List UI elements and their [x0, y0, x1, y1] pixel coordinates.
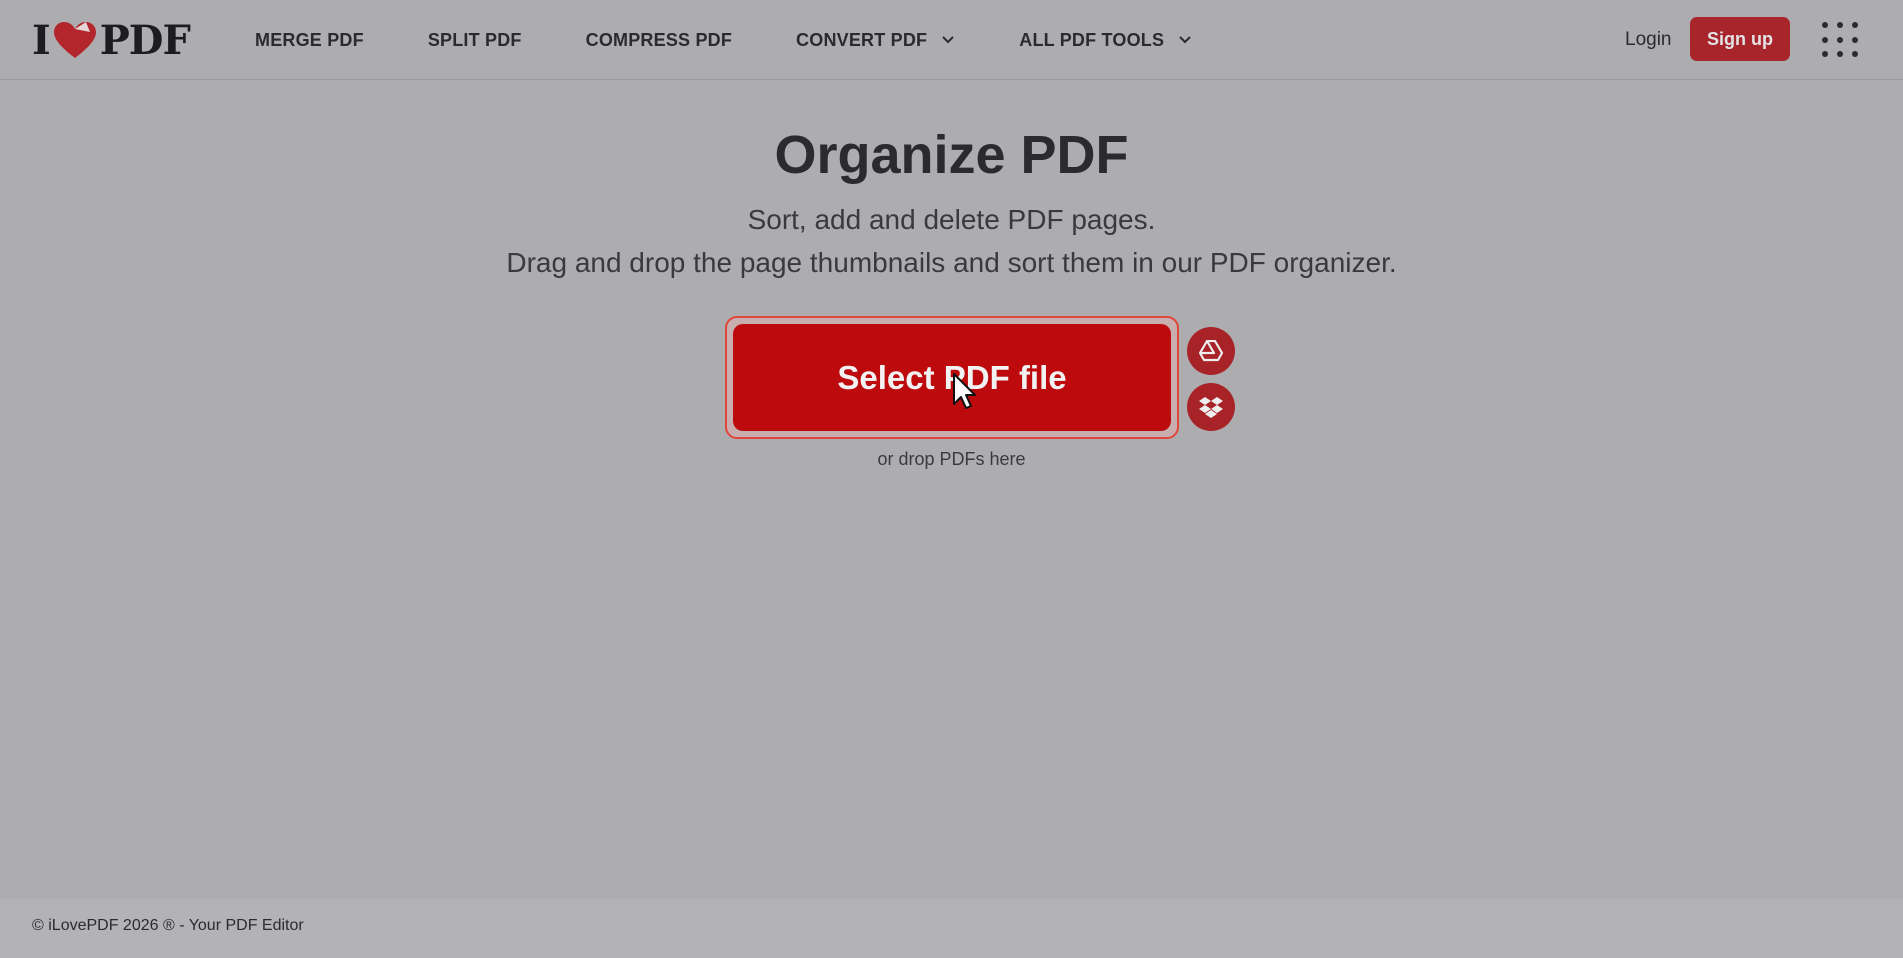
login-link[interactable]: Login — [1625, 29, 1672, 51]
nav-all-pdf-tools[interactable]: ALL PDF TOOLS — [1019, 30, 1192, 51]
mouse-pointer-icon — [953, 373, 976, 409]
logo-word-pdf: PDF — [99, 16, 191, 64]
drop-hint: or drop PDFs here — [877, 449, 1026, 469]
nav-label: ALL PDF TOOLS — [1019, 29, 1165, 50]
nav-convert-pdf[interactable]: CONVERT PDF — [796, 30, 955, 51]
nav-split-pdf[interactable]: SPLIT PDF — [428, 30, 522, 51]
nav-compress-pdf[interactable]: COMPRESS PDF — [586, 30, 732, 51]
dropbox-icon — [1199, 397, 1223, 418]
copyright-text: © iLovePDF 2026 ® - Your PDF Editor — [32, 917, 304, 934]
google-drive-button[interactable] — [1187, 327, 1235, 375]
google-drive-icon — [1199, 340, 1223, 362]
main-nav: MERGE PDF SPLIT PDF COMPRESS PDF CONVERT… — [255, 0, 1256, 80]
logo-letter-i: I — [32, 16, 51, 64]
apps-grid-icon[interactable] — [1822, 22, 1858, 58]
dropbox-button[interactable] — [1187, 383, 1235, 431]
nav-label: CONVERT PDF — [796, 29, 928, 50]
nav-merge-pdf[interactable]: MERGE PDF — [255, 30, 364, 51]
ilovepdf-logo[interactable]: I PDF — [32, 17, 191, 64]
page-subtitle-line2: Drag and drop the page thumbnails and so… — [506, 247, 1397, 278]
signup-button[interactable]: Sign up — [1690, 17, 1790, 61]
chevron-down-icon — [1179, 36, 1191, 44]
top-navbar: I PDF MERGE PDF SPLIT PDF COMPRESS PDF C… — [0, 0, 1903, 80]
page-subtitle-line1: Sort, add and delete PDF pages. — [747, 204, 1156, 235]
nav-label: SPLIT PDF — [427, 29, 522, 50]
page-title: Organize PDF — [774, 125, 1129, 185]
nav-label: MERGE PDF — [255, 29, 364, 50]
chevron-down-icon — [942, 36, 954, 44]
footer: © iLovePDF 2026 ® - Your PDF Editor — [0, 899, 1903, 958]
nav-label: COMPRESS PDF — [585, 29, 733, 50]
heart-logo-icon — [53, 22, 96, 58]
